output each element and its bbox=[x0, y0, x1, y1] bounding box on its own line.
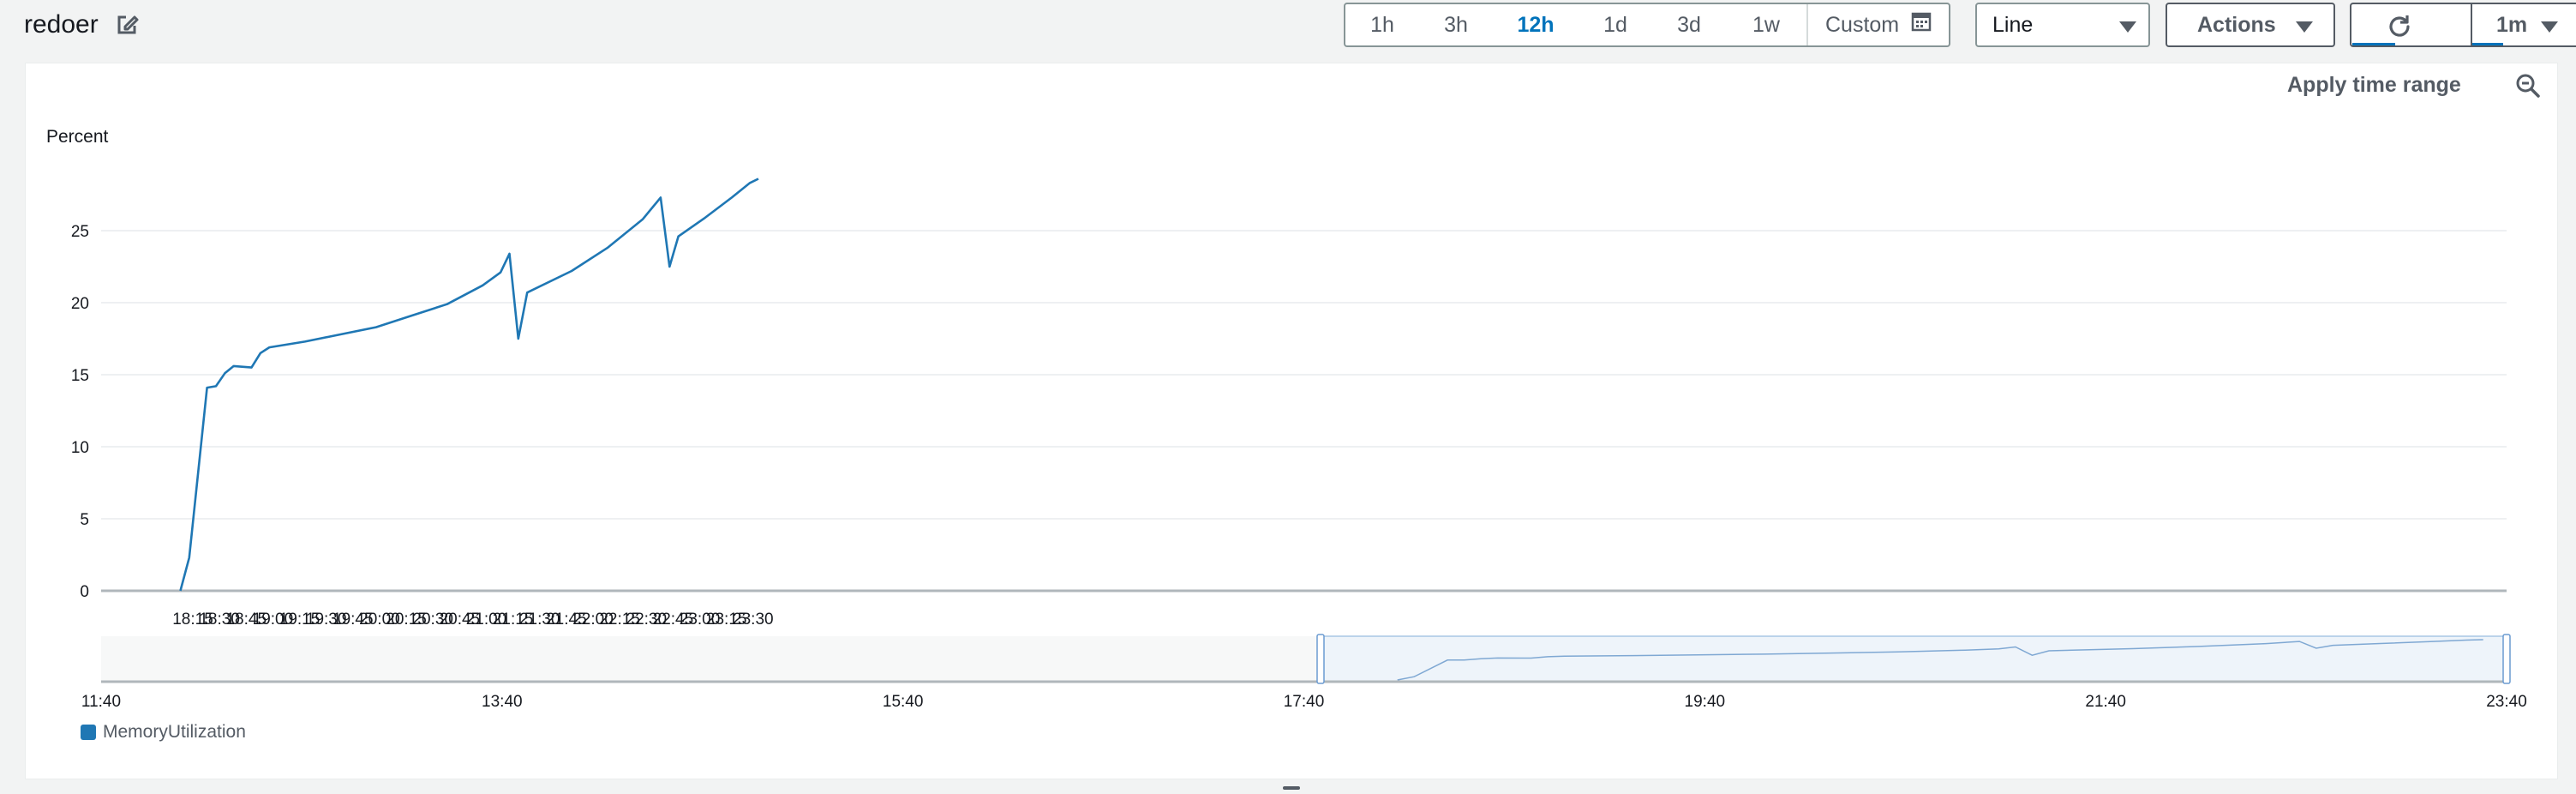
chart-legend[interactable]: MemoryUtilization bbox=[81, 722, 246, 743]
overview-tick-label: 13:40 bbox=[482, 693, 523, 711]
y-tick-label: 15 bbox=[71, 367, 89, 385]
overview-tick-label: 19:40 bbox=[1685, 693, 1726, 711]
y-tick-label: 5 bbox=[80, 511, 89, 529]
overview-tick-label: 11:40 bbox=[81, 693, 121, 711]
overview-tick-label: 15:40 bbox=[883, 693, 924, 711]
y-tick-label: 10 bbox=[71, 439, 89, 457]
y-tick-label: 0 bbox=[80, 583, 89, 601]
series-line-memoryutilization bbox=[179, 177, 759, 592]
overview-handle-right[interactable] bbox=[2502, 634, 2511, 684]
overview-handle-left[interactable] bbox=[1316, 634, 1325, 684]
legend-swatch bbox=[81, 725, 96, 740]
legend-label-memoryutilization: MemoryUtilization bbox=[103, 722, 246, 742]
line-chart[interactable]: 051015202518:1518:3018:4519:0019:1519:30… bbox=[0, 0, 2576, 794]
y-tick-label: 20 bbox=[71, 295, 89, 313]
y-tick-label: 25 bbox=[71, 223, 89, 241]
overview-selection bbox=[1320, 635, 2507, 683]
overview-tick-label: 21:40 bbox=[2085, 693, 2126, 711]
overview-tick-label: 23:40 bbox=[2486, 693, 2527, 711]
overview-tick-label: 17:40 bbox=[1284, 693, 1325, 711]
resize-handle[interactable] bbox=[1283, 786, 1300, 790]
x-tick-label: 23:30 bbox=[733, 611, 774, 629]
